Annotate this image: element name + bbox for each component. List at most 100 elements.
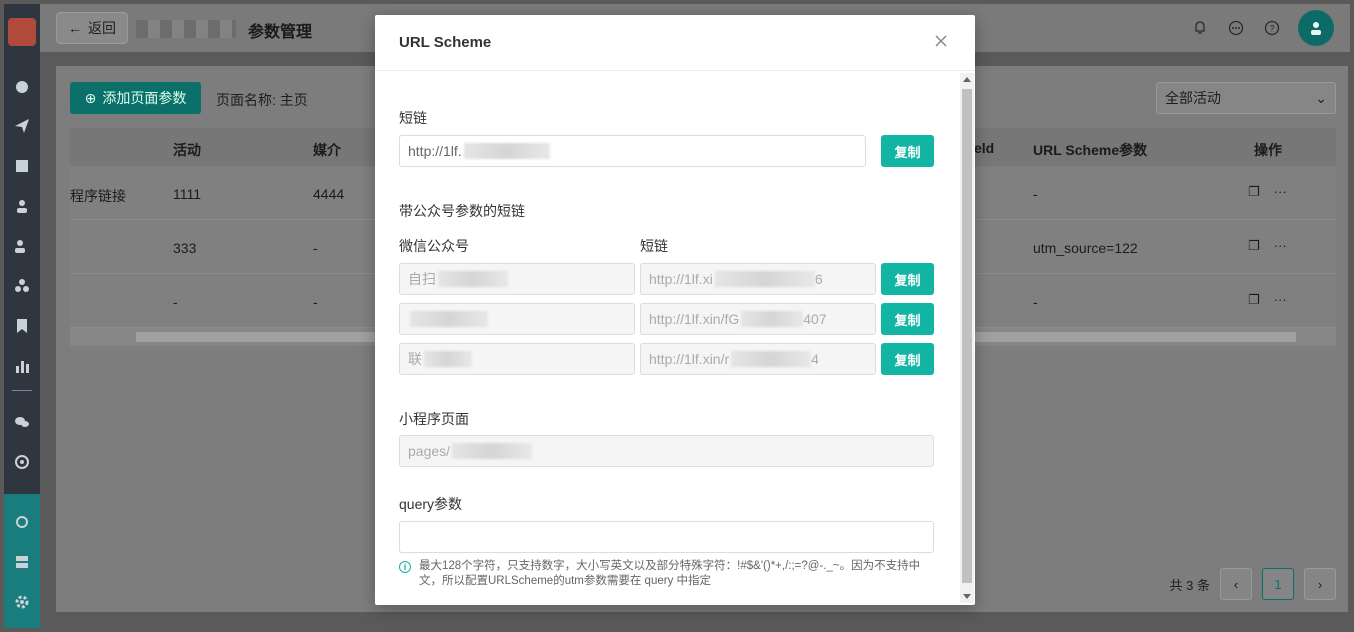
copy-wechat-link-button[interactable]: 复制 bbox=[881, 303, 934, 335]
sidebar-divider bbox=[12, 390, 32, 391]
redacted-text bbox=[741, 311, 804, 327]
wechat-link-tail: 407 bbox=[803, 311, 827, 327]
short-link-column-label: 短链 bbox=[640, 238, 668, 254]
pagination: 共 3 条 ‹ 1 › bbox=[1170, 568, 1336, 600]
back-button-label: 返回 bbox=[88, 20, 116, 36]
bell-icon[interactable] bbox=[1190, 18, 1210, 38]
wechat-link-tail: 4 bbox=[811, 351, 819, 367]
add-page-param-button[interactable]: ⊕ 添加页面参数 bbox=[70, 82, 201, 114]
svg-text:?: ? bbox=[1269, 24, 1274, 34]
users-icon[interactable] bbox=[12, 236, 32, 256]
more-icon[interactable]: ··· bbox=[1274, 184, 1287, 200]
cell-activity: 333 bbox=[173, 240, 197, 256]
redacted-text bbox=[452, 443, 533, 459]
wechat-link-tail: 6 bbox=[814, 271, 823, 287]
target-icon[interactable] bbox=[12, 452, 32, 472]
page-number[interactable]: 1 bbox=[1262, 568, 1294, 600]
app-logo bbox=[8, 18, 36, 46]
page-title: 参数管理 bbox=[248, 24, 313, 41]
copy-icon[interactable]: ❐ bbox=[1248, 292, 1260, 308]
more-icon[interactable]: ··· bbox=[1274, 292, 1287, 308]
bookmark-icon[interactable] bbox=[12, 316, 32, 336]
short-link-value: http://1lf. bbox=[408, 143, 462, 159]
dialog-body: 短链 http://1lf. 复制 带公众号参数的短链 微信公众号 短链 自扫 … bbox=[375, 71, 959, 605]
top-icons: ? bbox=[1190, 10, 1334, 46]
dashboard-icon[interactable] bbox=[12, 76, 32, 96]
cell-media: - bbox=[313, 294, 318, 310]
add-page-param-label: 添加页面参数 bbox=[102, 90, 187, 106]
wechat-account-field bbox=[399, 303, 635, 335]
back-button[interactable]: ← 返回 bbox=[56, 12, 128, 44]
wechat-account-field: 联 bbox=[399, 343, 635, 375]
wechat-link-value: http://1lf.xin/fG bbox=[649, 311, 740, 327]
arrow-left-icon: ← bbox=[68, 20, 82, 36]
short-link-field[interactable]: http://1lf. bbox=[399, 135, 866, 167]
scroll-down-arrow[interactable] bbox=[963, 594, 971, 599]
col-media: 媒介 bbox=[313, 142, 341, 158]
page-name: 页面名称: 主页 bbox=[216, 92, 308, 108]
prev-page-button[interactable]: ‹ bbox=[1220, 568, 1252, 600]
wechat-account-value: 联 bbox=[408, 351, 422, 367]
cluster-icon[interactable] bbox=[12, 276, 32, 296]
dialog-title: URL Scheme bbox=[399, 34, 492, 51]
avatar[interactable] bbox=[1298, 10, 1334, 46]
sidebar bbox=[4, 4, 40, 628]
wechat-link-field: http://1lf.xin/r 4 bbox=[640, 343, 876, 375]
activity-select[interactable]: 全部活动 ⌄ bbox=[1156, 82, 1336, 114]
row-actions: ❐ ··· bbox=[1248, 184, 1287, 200]
user-icon[interactable] bbox=[12, 196, 32, 216]
cell-url-scheme: - bbox=[1033, 294, 1038, 310]
copy-wechat-link-button[interactable]: 复制 bbox=[881, 343, 934, 375]
wechat-account-column-label: 微信公众号 bbox=[399, 238, 469, 254]
dialog-vertical-scrollbar[interactable] bbox=[960, 73, 974, 603]
scrollbar-thumb[interactable] bbox=[962, 89, 972, 583]
mini-program-page-field: pages/ bbox=[399, 435, 934, 467]
wechat-link-field: http://1lf.xi 6 bbox=[640, 263, 876, 295]
col-field: eld bbox=[974, 140, 995, 156]
url-scheme-dialog: URL Scheme 短链 http://1lf. 复制 带公众号参数的短链 微… bbox=[375, 15, 975, 605]
col-activity: 活动 bbox=[173, 142, 201, 158]
row-actions: ❐ ··· bbox=[1248, 238, 1287, 254]
network-icon[interactable] bbox=[12, 512, 32, 532]
cell-link-type: 程序链接 bbox=[70, 188, 126, 204]
copy-short-link-button[interactable]: 复制 bbox=[881, 135, 934, 167]
chevron-down-icon: ⌄ bbox=[1315, 89, 1327, 106]
total-count: 共 3 条 bbox=[1169, 577, 1210, 593]
query-param-input[interactable] bbox=[399, 521, 934, 553]
wechat-link-value: http://1lf.xi bbox=[649, 271, 713, 287]
plus-circle-icon: ⊕ bbox=[84, 89, 97, 106]
row-actions: ❐ ··· bbox=[1248, 292, 1287, 308]
dialog-header: URL Scheme bbox=[375, 15, 975, 71]
app-frame: ← 返回 参数管理 ? ⊕ 添加页面参数 页面名称: 主页 全部活动 ⌄ 活动 … bbox=[0, 0, 1354, 632]
wechat-section-label: 带公众号参数的短链 bbox=[399, 203, 525, 219]
bar-chart-icon[interactable] bbox=[12, 356, 32, 376]
col-url-scheme: URL Scheme参数 bbox=[1033, 142, 1148, 158]
blurred-breadcrumb bbox=[136, 20, 236, 38]
info-icon: i bbox=[399, 561, 411, 573]
help-icon[interactable]: ? bbox=[1262, 18, 1282, 38]
cell-media: - bbox=[313, 240, 318, 256]
copy-icon[interactable]: ❐ bbox=[1248, 238, 1260, 254]
wechat-account-field: 自扫 bbox=[399, 263, 635, 295]
more-icon[interactable]: ··· bbox=[1274, 238, 1287, 254]
close-icon[interactable] bbox=[933, 33, 951, 51]
cell-activity: - bbox=[173, 294, 178, 310]
next-page-button[interactable]: › bbox=[1304, 568, 1336, 600]
wechat-icon[interactable] bbox=[12, 412, 32, 432]
redacted-text bbox=[463, 143, 550, 159]
redacted-text bbox=[424, 351, 472, 367]
redacted-text bbox=[410, 311, 488, 327]
send-icon[interactable] bbox=[12, 116, 32, 136]
wechat-link-field: http://1lf.xin/fG 407 bbox=[640, 303, 876, 335]
layout-icon[interactable] bbox=[12, 156, 32, 176]
copy-icon[interactable]: ❐ bbox=[1248, 184, 1260, 200]
scroll-up-arrow[interactable] bbox=[963, 77, 971, 82]
redacted-text bbox=[714, 271, 815, 287]
server-icon[interactable] bbox=[12, 552, 32, 572]
cell-url-scheme: utm_source=122 bbox=[1033, 240, 1138, 256]
message-icon[interactable] bbox=[1226, 18, 1246, 38]
redacted-text bbox=[731, 351, 812, 367]
gear-icon[interactable] bbox=[12, 592, 32, 612]
copy-wechat-link-button[interactable]: 复制 bbox=[881, 263, 934, 295]
wechat-account-value: 自扫 bbox=[408, 271, 436, 287]
